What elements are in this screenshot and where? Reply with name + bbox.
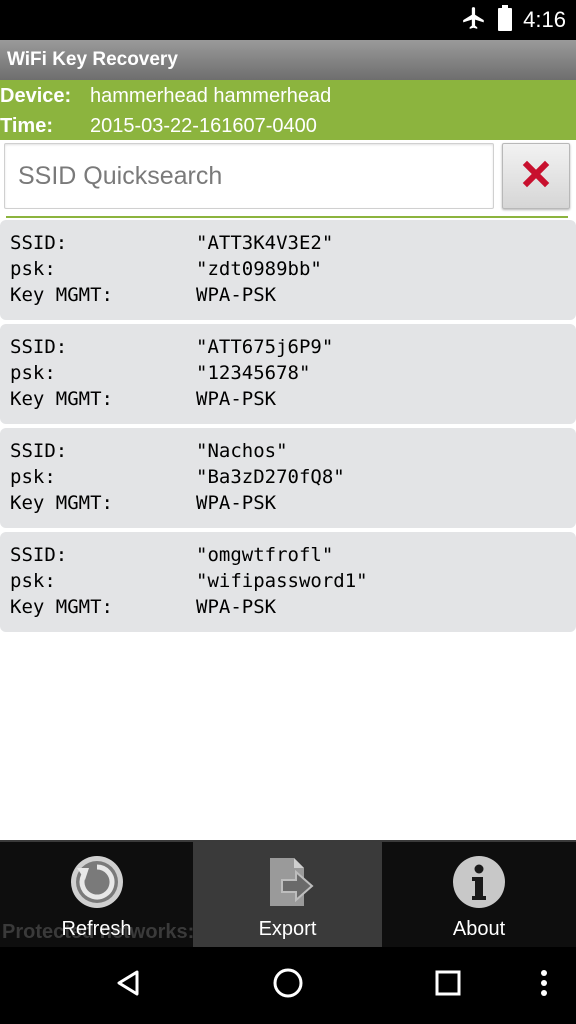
export-icon (260, 854, 316, 910)
home-button[interactable] (238, 947, 338, 1024)
psk-value: "zdt0989bb" (196, 258, 322, 280)
key-mgmt-label: Key MGMT: (10, 284, 113, 306)
ssid-label: SSID: (10, 440, 68, 462)
time-row: Time: 2015-03-22-161607-0400 (0, 111, 576, 141)
psk-label: psk: (10, 570, 56, 592)
ssid-label: SSID: (10, 232, 68, 254)
psk-value: "12345678" (196, 362, 311, 384)
device-value: hammerhead hammerhead (90, 84, 332, 107)
refresh-icon (69, 854, 125, 910)
export-button[interactable]: Export (193, 842, 382, 947)
time-label: Time: (0, 114, 53, 137)
device-info-panel: Device: hammerhead hammerhead Time: 2015… (0, 80, 576, 140)
ssid-value: "Nachos" (196, 440, 288, 462)
psk-label: psk: (10, 466, 56, 488)
info-icon (451, 854, 507, 910)
ssid-search-input[interactable] (4, 143, 494, 209)
key-mgmt-value: WPA-PSK (196, 596, 277, 618)
status-bar: 4:16 (0, 0, 576, 40)
airplane-mode-icon (461, 5, 487, 36)
key-mgmt-label: Key MGMT: (10, 492, 113, 514)
clear-search-button[interactable] (502, 143, 570, 209)
key-mgmt-value: WPA-PSK (196, 388, 277, 410)
psk-label: psk: (10, 258, 56, 280)
back-icon (113, 968, 143, 1003)
psk-label: psk: (10, 362, 56, 384)
device-row: Device: hammerhead hammerhead (0, 81, 576, 111)
network-key-list: SSID: "ATT3K4V3E2" psk: "zdt0989bb" Key MG… (0, 220, 576, 636)
home-icon (272, 967, 304, 1004)
divider (6, 216, 568, 218)
ssid-value: "ATT675j6P9" (196, 336, 334, 358)
list-item[interactable]: SSID: "ATT3K4V3E2" psk: "zdt0989bb" Key MG… (0, 220, 576, 320)
overflow-menu-button[interactable] (494, 947, 576, 1024)
about-button[interactable]: About (382, 842, 576, 947)
ssid-value: "ATT3K4V3E2" (196, 232, 334, 254)
key-mgmt-value: WPA-PSK (196, 492, 277, 514)
time-value: 2015-03-22-161607-0400 (90, 114, 317, 137)
list-item[interactable]: SSID: "Nachos" psk: "Ba3zD270fQ8" Key MGMT… (0, 428, 576, 528)
options-menu: Protected networks: 4 Refresh Export Abo… (0, 840, 576, 947)
list-item[interactable]: SSID: "omgwtfrofl" psk: "wifipassword1" Ke… (0, 532, 576, 632)
psk-value: "wifipassword1" (196, 570, 368, 592)
device-label: Device: (0, 84, 72, 107)
key-mgmt-label: Key MGMT: (10, 596, 113, 618)
ssid-value: "omgwtfrofl" (196, 544, 334, 566)
clock: 4:16 (523, 7, 566, 32)
refresh-label: Refresh (61, 918, 132, 940)
recents-icon (434, 969, 462, 1002)
psk-value: "Ba3zD270fQ8" (196, 466, 345, 488)
list-item[interactable]: SSID: "ATT675j6P9" psk: "12345678" Key MGM… (0, 324, 576, 424)
app-title: WiFi Key Recovery (0, 40, 576, 80)
back-button[interactable] (78, 947, 178, 1024)
navigation-bar (0, 947, 576, 1024)
about-label: About (452, 918, 506, 940)
battery-icon (497, 4, 513, 36)
search-row (0, 140, 576, 220)
export-label: Export (258, 918, 317, 940)
ssid-label: SSID: (10, 544, 68, 566)
ssid-label: SSID: (10, 336, 68, 358)
recents-button[interactable] (398, 947, 498, 1024)
key-mgmt-value: WPA-PSK (196, 284, 277, 306)
refresh-button[interactable]: Refresh (0, 842, 193, 947)
more-vert-icon (540, 970, 548, 1001)
key-mgmt-label: Key MGMT: (10, 388, 113, 410)
close-icon (522, 160, 550, 193)
